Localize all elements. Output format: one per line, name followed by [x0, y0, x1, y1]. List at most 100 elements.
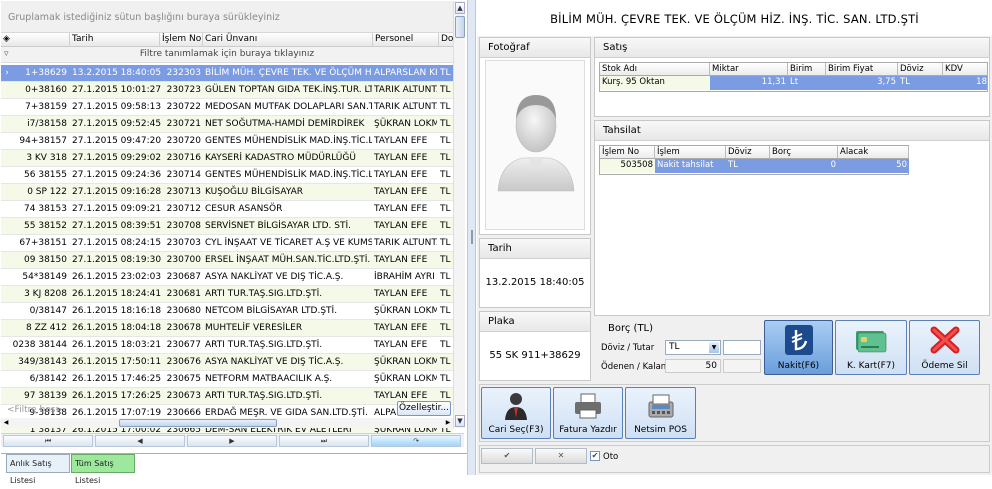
scroll-down-icon[interactable]: ▼ [455, 415, 465, 427]
cell-personel: İBRAHİM AYRI [374, 272, 435, 282]
hscroll-thumb[interactable] [119, 419, 277, 427]
table-row[interactable]: 6/38142 26.1.2015 17:46:25 230675 NETFORM M… [1, 371, 453, 388]
debt-panel: Borç (TL) Döviz / Tutar TL ▼ Ödenen / Ka… [594, 318, 762, 381]
collection-cell-doviz[interactable]: TL [726, 159, 770, 173]
table-row[interactable]: 54*38149 26.1.2015 23:02:03 230687 ASYA NAK… [1, 269, 453, 286]
table-row[interactable]: 09 38150 27.1.2015 08:19:30 230700 ERSEL İN… [1, 252, 453, 269]
cell-islem-no: 230708 [166, 221, 201, 231]
cell-tarih: 27.1.2015 08:24:15 [72, 238, 162, 248]
sales-col-birim[interactable]: Birim [788, 63, 826, 76]
table-row[interactable]: i7/38158 27.1.2015 09:52:45 230721 NET SOĞU… [1, 116, 453, 133]
tab-anlik-satis[interactable]: Anlık Satış Listesi [6, 454, 70, 485]
horizontal-scrollbar[interactable]: ◀ ▶ [1, 418, 453, 428]
cell-tarih: 26.1.2015 17:46:25 [72, 374, 162, 384]
scroll-right-icon[interactable]: ▶ [443, 418, 453, 428]
table-row[interactable]: 94+38157 27.1.2015 09:47:20 230720 GENTES M… [1, 133, 453, 150]
sales-cell-birim[interactable]: Lt [788, 76, 826, 90]
print-invoice-button[interactable]: Fatura Yazdır [553, 387, 623, 439]
sales-col-doviz[interactable]: Döviz [898, 63, 943, 76]
delete-payment-button[interactable]: Ödeme Sil [909, 320, 980, 375]
customize-button[interactable]: Özelleştir... [397, 401, 451, 416]
scroll-thumb[interactable] [455, 16, 465, 38]
amount-input[interactable] [723, 340, 761, 355]
table-row[interactable]: 56 38155 27.1.2015 09:24:36 230714 GENTES M… [1, 167, 453, 184]
next-record-icon[interactable]: ▶ [187, 435, 277, 447]
chevron-down-icon[interactable]: ▼ [709, 342, 719, 353]
prev-record-icon[interactable]: ◀ [95, 435, 185, 447]
scroll-up-icon[interactable]: ▲ [455, 2, 465, 14]
collection-col-no[interactable]: İşlem No [600, 146, 655, 159]
cell-cari: CESUR ASANSÖR [205, 204, 283, 214]
sales-col-kdv[interactable]: KDV [943, 63, 987, 76]
pin-icon: ◈ [3, 34, 10, 44]
netsim-pos-button[interactable]: Netsim POS [625, 387, 696, 439]
paid-remaining-label: Ödenen / Kalan [601, 362, 667, 372]
cell-islem-no: 230700 [166, 255, 201, 265]
table-row[interactable]: 67+38151 27.1.2015 08:24:15 230703 CYL İNŞA… [1, 235, 453, 252]
collection-cell-borc[interactable]: 0 [770, 159, 838, 173]
tab-tum-satis[interactable]: Tüm Satış Listesi [71, 454, 135, 485]
table-row[interactable]: 74 38153 27.1.2015 09:09:21 230712 CESUR AS… [1, 201, 453, 218]
collection-col-islem[interactable]: İşlem [655, 146, 726, 159]
table-row[interactable]: 7+38159 27.1.2015 09:58:13 230722 MEDOSAN M… [1, 99, 453, 116]
auto-checkbox[interactable]: ✔ [590, 451, 600, 461]
table-row[interactable]: › 1+38629 13.2.2015 18:40:05 232303 BİLİM MÜ… [1, 65, 453, 82]
last-record-icon[interactable]: ⏭ [279, 435, 369, 447]
sales-col-stok[interactable]: Stok Adı [600, 63, 710, 76]
header-col-plaka[interactable]: ◈ [1, 33, 12, 47]
date-title: Tarih [480, 239, 590, 259]
sales-title: Satış [595, 38, 989, 58]
table-row[interactable]: 349/38143 26.1.2015 17:50:11 230676 ASYA NA… [1, 354, 453, 371]
collection-cell-alacak[interactable]: 50 [838, 159, 909, 173]
collection-col-alacak[interactable]: Alacak [838, 146, 909, 159]
cell-doviz: TL [440, 187, 451, 197]
cell-doviz: TL [440, 374, 451, 384]
group-by-panel[interactable]: Gruplamak istediğiniz sütun başlığını bu… [1, 1, 453, 33]
header-col-cari[interactable]: Cari Ünvanı [202, 33, 372, 47]
cash-button[interactable]: Nakit(F6) [764, 320, 833, 375]
table-row[interactable]: 55 38152 27.1.2015 08:39:51 230708 SERVİSNE… [1, 218, 453, 235]
sales-cell-miktar[interactable]: 11,31 [710, 76, 788, 90]
date-panel: Tarih 13.2.2015 18:40:05 [479, 238, 591, 308]
collection-panel: Tahsilat İşlem No İşlem Döviz Borç Alaca… [594, 120, 990, 316]
header-col-islem-no[interactable]: İşlem No [159, 33, 203, 47]
collection-cell-islem[interactable]: Nakit tahsilat [655, 159, 726, 173]
collection-title: Tahsilat [595, 121, 989, 141]
table-row[interactable]: 8 ZZ 412 26.1.2015 18:04:18 230678 MUHTELİF… [1, 320, 453, 337]
scroll-left-icon[interactable]: ◀ [1, 418, 11, 428]
header-col-doviz[interactable]: Do [438, 33, 453, 47]
sales-cell-doviz[interactable]: TL [898, 76, 943, 90]
collection-col-borc[interactable]: Borç [770, 146, 838, 159]
cell-cari: GENTES MÜHENDİSLİK MAD.İNŞ.TİC.LTD [205, 136, 372, 146]
credit-card-button[interactable]: K. Kart(F7) [835, 320, 907, 375]
table-row[interactable]: 0+38160 27.1.2015 10:01:27 230723 GÜLEN TOP… [1, 82, 453, 99]
select-customer-button[interactable]: Cari Seç(F3) [481, 387, 551, 439]
table-row[interactable]: 0238 38144 26.1.2015 18:03:21 230677 ARTI T… [1, 337, 453, 354]
currency-select[interactable]: TL ▼ [665, 340, 721, 355]
collection-cell-no[interactable]: 503508 [600, 159, 655, 173]
ok-button[interactable]: ✔ [481, 448, 533, 464]
first-record-icon[interactable]: ⏮ [3, 435, 93, 447]
cancel-button[interactable]: ✕ [535, 448, 587, 464]
cell-plaka: 0238 38144 [12, 340, 67, 350]
cell-tarih: 26.1.2015 18:04:18 [72, 323, 162, 333]
sales-cell-fiyat[interactable]: 3,75 [826, 76, 898, 90]
collection-col-doviz[interactable]: Döviz [726, 146, 770, 159]
sales-col-miktar[interactable]: Miktar [710, 63, 788, 76]
cell-cari: GÜLEN TOPTAN GIDA TEK.İNŞ.TUR. LTD [205, 85, 372, 95]
filter-row[interactable]: ▿ Filtre tanımlamak için buraya tıklayın… [1, 47, 453, 63]
header-col-tarih[interactable]: Tarih [69, 33, 161, 47]
vertical-scrollbar[interactable]: ▲ ▼ [453, 1, 465, 428]
currency-amount-label: Döviz / Tutar [601, 343, 655, 353]
sales-cell-stok[interactable]: Kurş. 95 Oktan [600, 76, 710, 90]
table-row[interactable]: 3 KV 318 27.1.2015 09:29:02 230716 KAYSERİ … [1, 150, 453, 167]
header-col-personel[interactable]: Personel [372, 33, 438, 47]
table-row[interactable]: 3 KJ 8208 26.1.2015 18:24:41 230681 ARTI TU… [1, 286, 453, 303]
table-row[interactable]: 0 SP 122 27.1.2015 09:16:28 230713 KUŞOĞLU … [1, 184, 453, 201]
sales-col-fiyat[interactable]: Birim Fiyat [826, 63, 898, 76]
refresh-icon[interactable]: ↷ [371, 435, 461, 447]
splitter[interactable] [467, 0, 476, 475]
cell-doviz: TL [440, 119, 451, 129]
table-row[interactable]: 0/38147 26.1.2015 18:16:18 230680 NETCOM Bİ… [1, 303, 453, 320]
sales-cell-kdv[interactable]: 18 [943, 76, 987, 90]
